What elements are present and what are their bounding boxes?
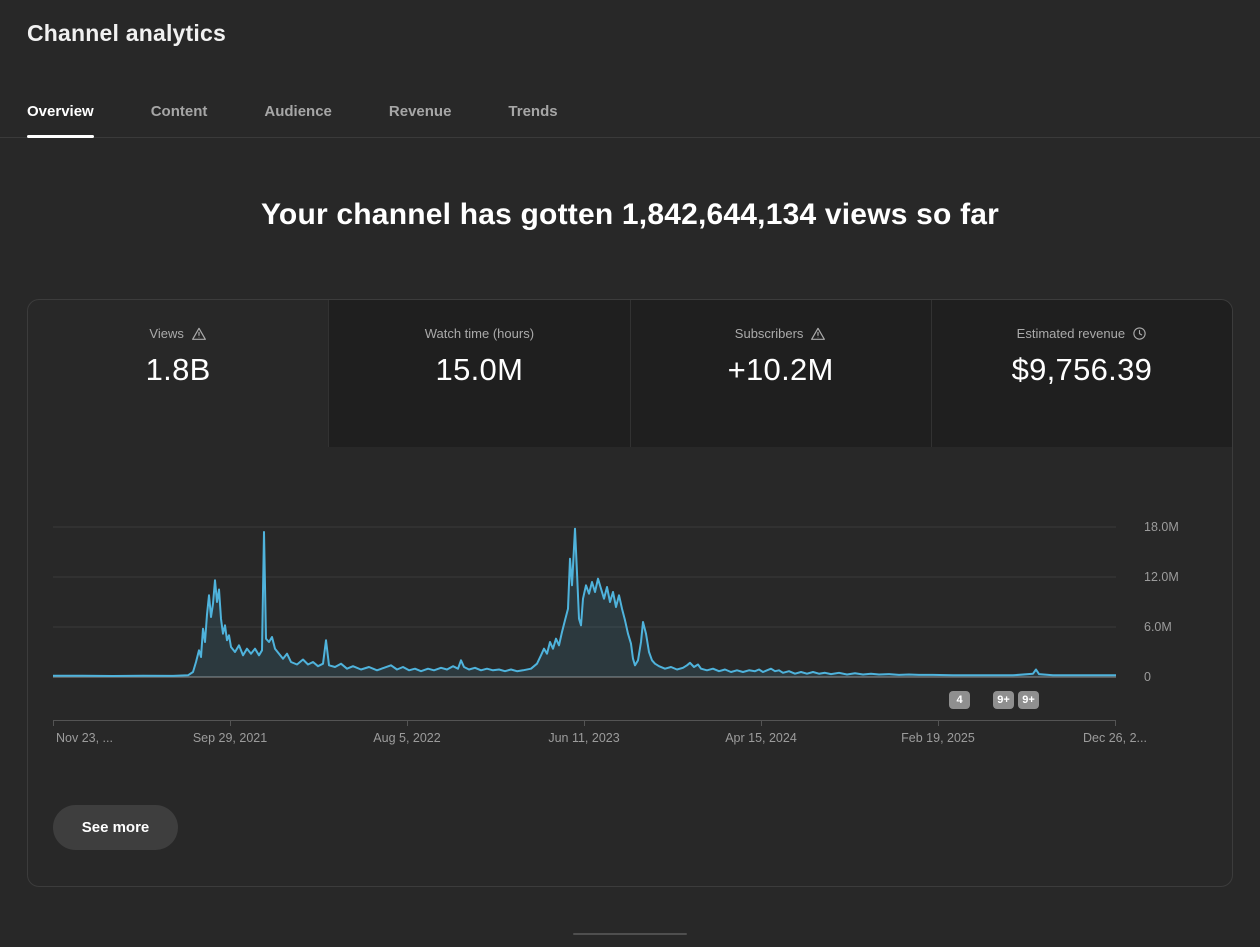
x-axis-tick bbox=[584, 720, 585, 726]
x-axis-label: Dec 26, 2... bbox=[1083, 731, 1147, 745]
x-axis-label: Jun 11, 2023 bbox=[548, 731, 619, 745]
views-headline: Your channel has gotten 1,842,644,134 vi… bbox=[0, 198, 1260, 232]
x-axis-tick bbox=[761, 720, 762, 726]
clock-icon bbox=[1132, 326, 1147, 341]
x-axis-label: Aug 5, 2022 bbox=[373, 731, 440, 745]
metric-tab-watch-time[interactable]: Watch time (hours) 15.0M bbox=[328, 300, 629, 447]
metric-value-watch-time: 15.0M bbox=[329, 352, 629, 388]
next-card-peek bbox=[573, 933, 687, 935]
tab-revenue[interactable]: Revenue bbox=[389, 103, 452, 137]
views-chart-svg[interactable] bbox=[53, 507, 1116, 697]
x-axis-tick bbox=[1115, 720, 1116, 726]
video-marker-badge[interactable]: 9+ bbox=[1018, 691, 1039, 709]
y-axis-label: 6.0M bbox=[1144, 619, 1172, 635]
metric-value-views: 1.8B bbox=[28, 352, 328, 388]
views-chart: 18.0M 12.0M 6.0M 0 4 9+ 9+ Nov 23, ... S… bbox=[28, 447, 1232, 805]
page-title: Channel analytics bbox=[27, 20, 1233, 47]
x-axis-tick bbox=[230, 720, 231, 726]
metric-value-revenue: $9,756.39 bbox=[932, 352, 1232, 388]
warning-icon bbox=[810, 326, 826, 342]
x-axis-label: Feb 19, 2025 bbox=[901, 731, 975, 745]
metric-label: Subscribers bbox=[735, 326, 804, 341]
x-axis-tick bbox=[407, 720, 408, 726]
y-axis-label: 18.0M bbox=[1144, 519, 1179, 535]
video-marker-badge[interactable]: 9+ bbox=[993, 691, 1014, 709]
analytics-card: Views 1.8B Watch time (hours) 15.0M Subs… bbox=[27, 299, 1233, 887]
metric-label: Views bbox=[149, 326, 183, 341]
warning-icon bbox=[191, 326, 207, 342]
y-axis-label: 0 bbox=[1144, 669, 1151, 685]
see-more-button[interactable]: See more bbox=[53, 805, 178, 850]
tab-trends[interactable]: Trends bbox=[508, 103, 557, 137]
metric-tab-views[interactable]: Views 1.8B bbox=[28, 300, 328, 447]
tab-audience[interactable]: Audience bbox=[264, 103, 332, 137]
metric-value-subscribers: +10.2M bbox=[631, 352, 931, 388]
x-axis-tick bbox=[53, 720, 54, 726]
metric-label: Estimated revenue bbox=[1017, 326, 1125, 341]
metric-tab-subscribers[interactable]: Subscribers +10.2M bbox=[630, 300, 931, 447]
x-axis-label: Nov 23, ... bbox=[56, 731, 113, 745]
x-axis-label: Sep 29, 2021 bbox=[193, 731, 267, 745]
tab-overview[interactable]: Overview bbox=[27, 103, 94, 137]
x-axis-tick bbox=[938, 720, 939, 726]
x-axis-label: Apr 15, 2024 bbox=[725, 731, 797, 745]
tab-content[interactable]: Content bbox=[151, 103, 208, 137]
y-axis-label: 12.0M bbox=[1144, 569, 1179, 585]
metric-label: Watch time (hours) bbox=[425, 326, 534, 341]
metric-tabs: Views 1.8B Watch time (hours) 15.0M Subs… bbox=[28, 300, 1232, 447]
page-header: Channel analytics bbox=[0, 0, 1260, 47]
analytics-nav-tabs: Overview Content Audience Revenue Trends bbox=[0, 103, 1260, 138]
metric-tab-estimated-revenue[interactable]: Estimated revenue $9,756.39 bbox=[931, 300, 1232, 447]
video-marker-badge[interactable]: 4 bbox=[949, 691, 970, 709]
